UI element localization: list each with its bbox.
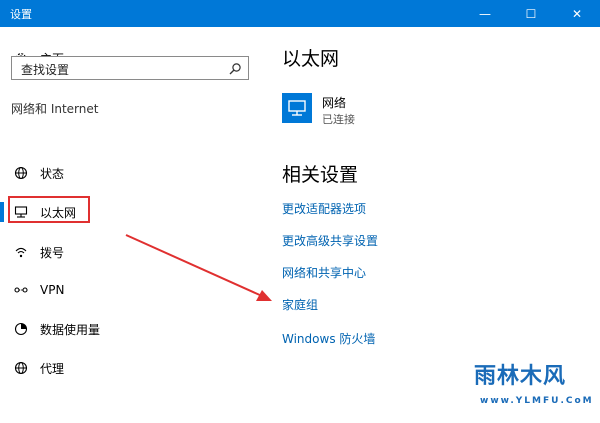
watermark-url: www.YLMFU.CoM — [480, 396, 594, 406]
watermark-text: 雨林木风 — [474, 364, 567, 389]
watermark: 雨林木风 www.YLMFU.CoM — [470, 356, 592, 414]
